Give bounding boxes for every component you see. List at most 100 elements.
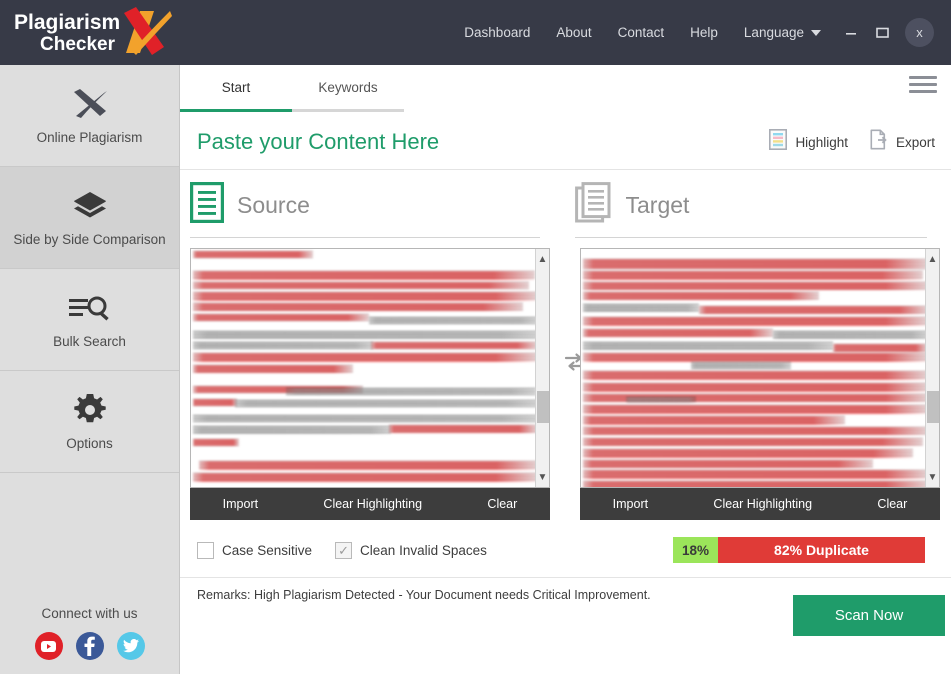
highlighted-text-line: [371, 342, 535, 349]
highlighted-text-line: [193, 292, 535, 301]
plain-text-line: [235, 400, 535, 407]
list-search-icon: [68, 291, 112, 325]
highlighted-text-line: [583, 438, 923, 446]
target-document-text[interactable]: [581, 249, 925, 487]
highlighted-text-line: [583, 271, 923, 280]
nav-item-help[interactable]: Help: [677, 18, 731, 48]
tab-bar: Start Keywords: [180, 65, 951, 115]
x-mark-icon: [70, 87, 110, 121]
sidebar-item-options[interactable]: Options: [0, 371, 179, 473]
nav-item-contact[interactable]: Contact: [605, 18, 678, 48]
app-logo[interactable]: Plagiarism Checker: [14, 4, 172, 62]
highlighted-text-line: [583, 317, 925, 326]
checkbox-group: Case Sensitive ✓ Clean Invalid Spaces: [197, 541, 500, 559]
highlighted-text-line: [833, 344, 925, 352]
target-scrollbar-thumb[interactable]: [927, 391, 939, 423]
single-document-icon: [190, 182, 224, 228]
highlighted-text-line: [193, 314, 369, 321]
headline-row: Paste your Content Here Highlight Export: [180, 115, 951, 170]
chevron-down-icon: [811, 29, 821, 36]
source-panel-header: Source: [190, 182, 557, 228]
target-editor-wrap: ▲ ▼ Import Clear Highlighting Clear: [580, 248, 940, 520]
highlighted-text-line: [193, 473, 535, 482]
highlighted-text-line: [583, 460, 873, 468]
highlighted-text-line: [583, 259, 925, 269]
highlighted-text-line: [193, 439, 239, 446]
scroll-down-icon[interactable]: ▼: [536, 469, 549, 485]
plain-text-line: [193, 331, 535, 339]
check-icon: ✓: [338, 542, 349, 558]
target-editor-toolbar: Import Clear Highlighting Clear: [580, 488, 940, 520]
clean-invalid-spaces-checkbox[interactable]: ✓ Clean Invalid Spaces: [335, 541, 487, 559]
source-import-button[interactable]: Import: [217, 497, 264, 511]
plain-text-line: [773, 331, 925, 339]
checkbox-box[interactable]: ✓: [335, 541, 353, 559]
target-clear-button[interactable]: Clear: [871, 497, 913, 511]
source-clear-highlighting-button[interactable]: Clear Highlighting: [317, 497, 428, 511]
source-document-text[interactable]: [191, 249, 535, 487]
hamburger-menu-icon[interactable]: [909, 76, 937, 93]
source-clear-button[interactable]: Clear: [481, 497, 523, 511]
sidebar-item-label: Bulk Search: [53, 333, 126, 349]
remarks-text: Remarks: High Plagiarism Detected - Your…: [197, 588, 651, 602]
scroll-up-icon[interactable]: ▲: [926, 251, 939, 267]
page-title: Paste your Content Here: [197, 129, 440, 154]
checkbox-label: Clean Invalid Spaces: [360, 542, 487, 558]
scroll-down-icon[interactable]: ▼: [926, 469, 939, 485]
tab-keywords[interactable]: Keywords: [292, 65, 404, 112]
nav-label: Help: [690, 25, 718, 40]
main-content: Start Keywords Paste your Content Here H…: [180, 65, 951, 674]
highlighted-text-line: [583, 449, 913, 458]
gear-icon: [73, 393, 106, 427]
export-label: Export: [895, 134, 935, 150]
highlighted-text-line: [389, 425, 535, 433]
editors-region: ▲ ▼ Import Clear Highlighting Clear ▲ ▼ …: [180, 248, 951, 520]
highlighted-text-line: [583, 470, 925, 479]
close-icon: x: [916, 25, 923, 40]
highlighted-text-line: [583, 282, 925, 290]
highlighted-text-line: [583, 481, 925, 487]
top-navigation: Dashboard About Contact Help Language x: [451, 0, 951, 65]
nav-item-about[interactable]: About: [543, 18, 604, 48]
close-button[interactable]: x: [905, 18, 934, 47]
highlighted-text-line: [583, 353, 925, 362]
target-editor[interactable]: ▲ ▼: [580, 248, 940, 488]
sidebar-item-bulk-search[interactable]: Bulk Search: [0, 269, 179, 371]
source-scrollbar[interactable]: ▲ ▼: [535, 249, 549, 487]
case-sensitive-checkbox[interactable]: Case Sensitive: [197, 541, 312, 559]
sidebar: Online Plagiarism Side by Side Compariso…: [0, 65, 180, 674]
export-button[interactable]: Export: [870, 129, 935, 155]
nav-label: Language: [743, 25, 804, 40]
sidebar-item-side-by-side-comparison[interactable]: Side by Side Comparison: [0, 167, 179, 269]
duplicate-percentage-segment: 82% Duplicate: [718, 537, 925, 563]
nav-item-dashboard[interactable]: Dashboard: [451, 18, 543, 48]
youtube-icon[interactable]: [34, 632, 63, 660]
checkbox-box[interactable]: [197, 541, 214, 559]
sidebar-item-online-plagiarism[interactable]: Online Plagiarism: [0, 65, 179, 167]
plain-text-line: [193, 415, 535, 422]
nav-label: Dashboard: [464, 25, 531, 40]
highlighted-text-line: [583, 371, 925, 380]
target-scrollbar[interactable]: ▲ ▼: [925, 249, 939, 487]
target-import-button[interactable]: Import: [607, 497, 654, 511]
target-panel-title: Target: [625, 191, 690, 218]
highlight-button[interactable]: Highlight: [769, 129, 848, 155]
unique-percentage-segment: 18%: [673, 537, 718, 563]
scan-now-button[interactable]: Scan Now: [793, 595, 945, 636]
facebook-icon[interactable]: [75, 632, 104, 660]
connect-with-us-section: Connect with us: [0, 606, 179, 660]
nav-item-language[interactable]: Language: [731, 18, 834, 48]
tab-label: Keywords: [318, 79, 378, 95]
target-clear-highlighting-button[interactable]: Clear Highlighting: [707, 497, 818, 511]
source-editor[interactable]: ▲ ▼: [190, 248, 550, 488]
twitter-icon[interactable]: [116, 632, 145, 660]
minimize-button[interactable]: [837, 19, 865, 47]
maximize-button[interactable]: [868, 19, 896, 47]
scroll-up-icon[interactable]: ▲: [536, 251, 549, 267]
highlighted-text-line: [193, 271, 535, 280]
source-editor-toolbar: Import Clear Highlighting Clear: [190, 488, 550, 520]
content-actions: Highlight Export: [769, 129, 935, 155]
highlighted-text-line: [583, 427, 925, 435]
source-scrollbar-thumb[interactable]: [537, 391, 549, 423]
tab-start[interactable]: Start: [180, 65, 292, 112]
